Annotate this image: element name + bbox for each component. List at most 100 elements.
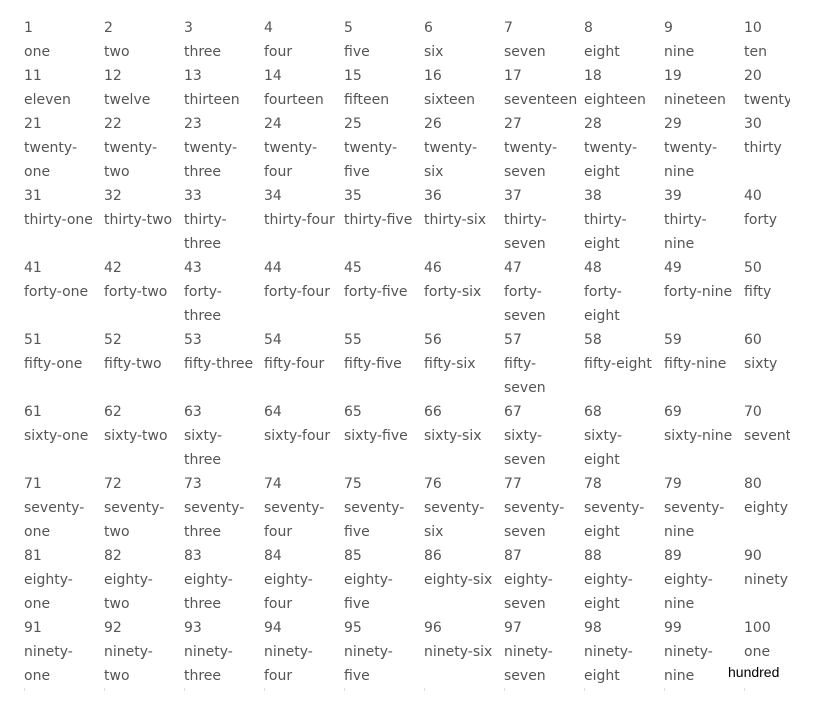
cell-number: 63	[184, 404, 202, 420]
number-cell: 53 fifty-three	[184, 328, 264, 400]
cell-number: 38	[584, 188, 602, 204]
number-cell: 5 five	[344, 16, 424, 64]
cell-tick	[584, 688, 585, 691]
cell-number: 46	[424, 260, 442, 276]
cell-number: 37	[504, 188, 522, 204]
cell-word: forty-seven	[504, 284, 546, 324]
cell-word: eighty	[744, 500, 789, 516]
number-cell: 85 eighty-five	[344, 544, 424, 616]
number-cell: 96 ninety-six	[424, 616, 504, 688]
cell-word: one	[744, 644, 771, 660]
number-cell: 71 seventy-one	[24, 472, 104, 544]
cell-number: 94	[264, 620, 282, 636]
number-cell: 51 fifty-one	[24, 328, 104, 400]
number-cell: 91 ninety-one	[24, 616, 104, 688]
number-cell: 59 fifty-nine	[664, 328, 744, 400]
number-cell: 74 seventy-four	[264, 472, 344, 544]
cell-number: 52	[104, 332, 122, 348]
cell-word: thirteen	[184, 92, 240, 108]
cell-word: ninety-nine	[664, 644, 713, 684]
cell-word: sixty-four	[264, 428, 331, 444]
cell-word: fifty-nine	[664, 356, 727, 372]
cell-word: ten	[744, 44, 767, 60]
cell-number: 32	[104, 188, 122, 204]
cell-number: 77	[504, 476, 522, 492]
number-cell: 88 eighty-eight	[584, 544, 664, 616]
cell-word: twenty-five	[344, 140, 398, 180]
cell-word: seventy-four	[264, 500, 325, 540]
cell-number: 74	[264, 476, 282, 492]
cell-word: sixty-three	[184, 428, 223, 468]
cell-word: forty-three	[184, 284, 222, 324]
number-cell: 57 fifty-seven	[504, 328, 584, 400]
number-cell: 58 fifty-eight	[584, 328, 664, 400]
number-cell: 62 sixty-two	[104, 400, 184, 472]
number-cell: 69 sixty-nine	[664, 400, 744, 472]
cell-word: thirty-eight	[584, 212, 627, 252]
number-cell: 68 sixty-eight	[584, 400, 664, 472]
cell-number: 69	[664, 404, 682, 420]
cell-number: 28	[584, 116, 602, 132]
number-cell: 55 fifty-five	[344, 328, 424, 400]
cell-word: three	[184, 44, 222, 60]
cell-word: forty-four	[264, 284, 330, 300]
cell-number: 10	[744, 20, 762, 36]
cell-number: 62	[104, 404, 122, 420]
number-cell: 97 ninety-seven	[504, 616, 584, 688]
cell-number: 21	[24, 116, 42, 132]
cell-number: 47	[504, 260, 522, 276]
cell-word: eighty-two	[104, 572, 153, 612]
cell-word: seventy-one	[24, 500, 85, 540]
cell-number: 57	[504, 332, 522, 348]
cell-word: seven	[504, 44, 546, 60]
cell-number: 29	[664, 116, 682, 132]
number-cell: 60 sixty	[744, 328, 790, 400]
cell-number: 25	[344, 116, 362, 132]
cell-word: nineteen	[664, 92, 726, 108]
cell-number: 72	[104, 476, 122, 492]
number-cell: 2 two	[104, 16, 184, 64]
cell-word: eighty-five	[344, 572, 393, 612]
cell-number: 91	[24, 620, 42, 636]
cell-word: fifty-one	[24, 356, 83, 372]
number-cell: 56 fifty-six	[424, 328, 504, 400]
cell-word: sixty-nine	[664, 428, 733, 444]
cell-word: twenty-two	[104, 140, 158, 180]
cell-number: 31	[24, 188, 42, 204]
cell-number: 76	[424, 476, 442, 492]
cell-number: 97	[504, 620, 522, 636]
cell-number: 96	[424, 620, 442, 636]
number-cell: 1 one	[24, 16, 104, 64]
cell-word: forty-two	[104, 284, 168, 300]
cell-number: 9	[664, 20, 673, 36]
number-cell: 94 ninety-four	[264, 616, 344, 688]
number-cell: 89 eighty-nine	[664, 544, 744, 616]
cell-number: 30	[744, 116, 762, 132]
cell-number: 81	[24, 548, 42, 564]
cell-word: four	[264, 44, 293, 60]
cell-word: fifty-six	[424, 356, 476, 372]
number-cell: 13 thirteen	[184, 64, 264, 112]
cell-word: seventy-eight	[584, 500, 645, 540]
number-cell: 31 thirty-one	[24, 184, 104, 256]
number-cell: 26 twenty-six	[424, 112, 504, 184]
number-cell: 66 sixty-six	[424, 400, 504, 472]
number-cell: 32 thirty-two	[104, 184, 184, 256]
cell-word: fifty-five	[344, 356, 402, 372]
number-cell: 16 sixteen	[424, 64, 504, 112]
cell-word: twenty-nine	[664, 140, 718, 180]
cell-number: 23	[184, 116, 202, 132]
number-cell: 86 eighty-six	[424, 544, 504, 616]
cell-number: 79	[664, 476, 682, 492]
number-cell: 67 sixty-seven	[504, 400, 584, 472]
cell-number: 56	[424, 332, 442, 348]
number-cell: 19 nineteen	[664, 64, 744, 112]
cell-tick	[664, 688, 665, 691]
cell-word: forty-six	[424, 284, 482, 300]
cell-word: twenty-eight	[584, 140, 638, 180]
cell-word: ninety-six	[424, 644, 493, 660]
number-cell: 93 ninety-three	[184, 616, 264, 688]
cell-word: thirty-three	[184, 212, 227, 252]
number-cell: 18 eighteen	[584, 64, 664, 112]
number-cell: 3 three	[184, 16, 264, 64]
